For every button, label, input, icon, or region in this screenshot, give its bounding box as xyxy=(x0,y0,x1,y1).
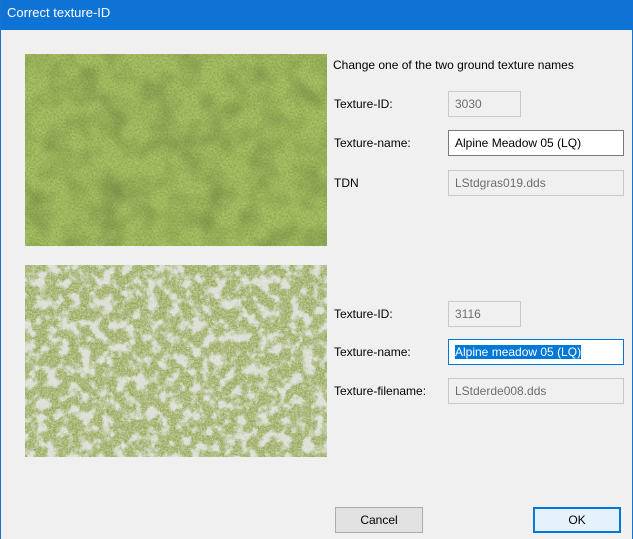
texture2-id-label: Texture-ID: xyxy=(334,307,393,321)
rocky-grass-texture-image xyxy=(25,265,327,457)
window-title: Correct texture-ID xyxy=(7,5,111,20)
grass-texture-image xyxy=(25,54,327,246)
cancel-button[interactable]: Cancel xyxy=(335,507,423,533)
texture2-file-field xyxy=(448,378,624,404)
instruction-text: Change one of the two ground texture nam… xyxy=(333,58,574,72)
ok-button[interactable]: OK xyxy=(533,507,621,533)
dialog-window: Correct texture-ID Change one of the two… xyxy=(0,0,633,539)
texture2-name-input[interactable]: Alpine meadow 05 (LQ) xyxy=(448,339,624,365)
texture1-id-field xyxy=(448,91,521,117)
texture2-name-label: Texture-name: xyxy=(334,345,411,359)
texture1-id-label: Texture-ID: xyxy=(334,97,393,111)
texture2-name-selected-text: Alpine meadow 05 (LQ) xyxy=(455,345,582,359)
texture2-file-label: Texture-filename: xyxy=(334,384,427,398)
title-bar[interactable]: Correct texture-ID xyxy=(1,0,633,30)
texture2-id-field xyxy=(448,301,521,327)
grass-texture-icon xyxy=(25,54,327,246)
texture1-name-label: Texture-name: xyxy=(334,136,411,150)
texture1-name-input[interactable] xyxy=(448,130,624,156)
texture1-file-field xyxy=(448,170,624,196)
texture1-file-label: TDN xyxy=(334,176,359,190)
rocky-grass-texture-icon xyxy=(25,265,327,457)
